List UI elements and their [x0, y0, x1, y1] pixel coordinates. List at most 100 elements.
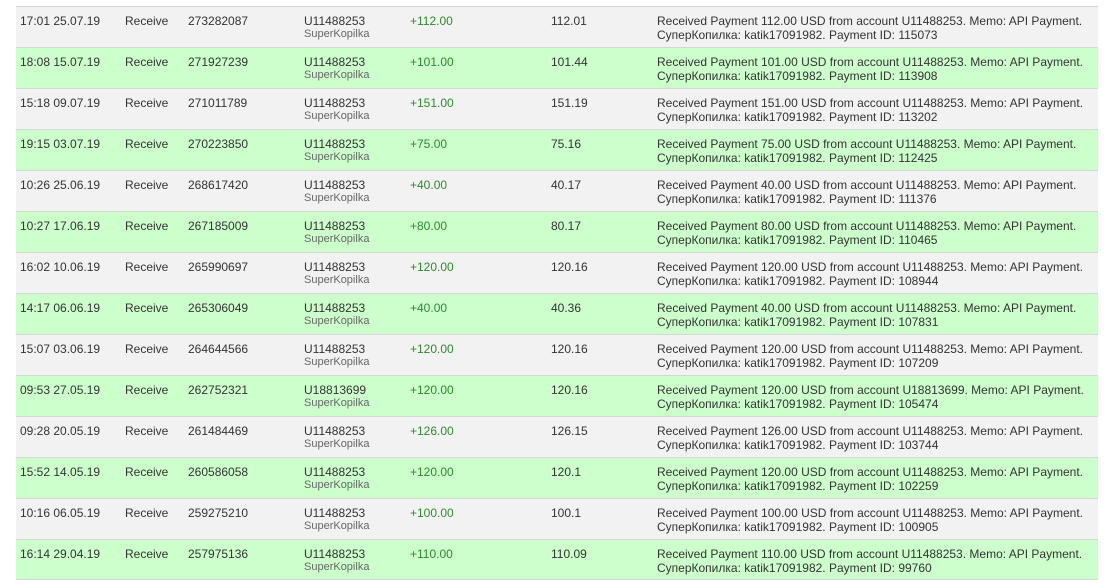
- transaction-time: 10:27 17.06.19: [20, 219, 101, 233]
- table-row: 09:53 27.05.19 Receive 262752321 U18813699 S…: [16, 375, 1098, 416]
- memo-line-1: Received Payment 151.00 USD from account…: [657, 96, 1083, 110]
- transaction-time-cell: 10:26 25.06.19: [20, 178, 100, 192]
- transaction-amount: +120.00: [410, 383, 454, 397]
- account-name: SuperKopilka: [304, 192, 370, 204]
- memo-line-1: Received Payment 80.00 USD from account …: [657, 219, 1077, 233]
- transaction-total: 75.16: [551, 137, 582, 151]
- transaction-amount-cell: +151.00: [410, 96, 454, 110]
- transaction-total: 100.1: [551, 506, 582, 520]
- transaction-amount-cell: +120.00: [410, 465, 454, 479]
- transaction-memo-cell: Received Payment 100.00 USD from account…: [657, 506, 1083, 534]
- account-id: U11488253: [304, 14, 366, 28]
- transaction-total-cell: 75.16: [551, 137, 581, 151]
- transaction-type-cell: Receive: [125, 342, 168, 356]
- transaction-time-cell: 14:17 06.06.19: [20, 301, 100, 315]
- batch-number-cell: 261484469: [188, 424, 248, 438]
- batch-number: 267185009: [188, 219, 249, 233]
- transaction-memo-cell: Received Payment 101.00 USD from account…: [657, 55, 1083, 83]
- account-name: SuperKopilka: [304, 520, 370, 532]
- transaction-total-cell: 110.09: [551, 547, 587, 561]
- batch-number: 260586058: [188, 465, 249, 479]
- transaction-time: 16:02 10.06.19: [20, 260, 101, 274]
- memo-line-2: СуперКопилка: katik17091982. Payment ID:…: [657, 315, 939, 329]
- account-id-cell: U11488253 SuperKopilka: [304, 465, 369, 492]
- batch-number: 270223850: [188, 137, 249, 151]
- transaction-amount-cell: +112.00: [410, 14, 453, 28]
- transaction-total-cell: 120.16: [551, 342, 588, 356]
- transaction-total: 110.09: [551, 547, 587, 561]
- transaction-amount-cell: +120.00: [410, 260, 454, 274]
- memo-line-1: Received Payment 126.00 USD from account…: [657, 424, 1083, 438]
- table-row: 15:52 14.05.19 Receive 260586058 U11488253 S…: [16, 457, 1098, 498]
- transaction-amount: +112.00: [410, 14, 453, 28]
- account-name: SuperKopilka: [304, 233, 370, 245]
- transaction-type-cell: Receive: [125, 301, 168, 315]
- transaction-time: 18:08 15.07.19: [20, 55, 101, 69]
- account-id: U18813699: [304, 383, 367, 397]
- transaction-type: Receive: [125, 465, 169, 479]
- transaction-total: 40.17: [551, 178, 582, 192]
- transaction-memo-cell: Received Payment 40.00 USD from account …: [657, 178, 1076, 206]
- memo-line-1: Received Payment 120.00 USD from account…: [657, 383, 1084, 397]
- transaction-time-cell: 17:01 25.07.19: [20, 14, 100, 28]
- account-name: SuperKopilka: [304, 479, 370, 491]
- transaction-type-cell: Receive: [125, 547, 168, 561]
- transaction-total: 151.19: [551, 96, 588, 110]
- batch-number: 271011789: [188, 96, 248, 110]
- account-name: SuperKopilka: [304, 438, 370, 450]
- transaction-type: Receive: [125, 260, 169, 274]
- transaction-total: 120.16: [551, 260, 588, 274]
- transaction-amount-cell: +110.00: [410, 547, 453, 561]
- transaction-total: 80.17: [551, 219, 582, 233]
- batch-number: 273282087: [188, 14, 249, 28]
- memo-line-2: СуперКопилка: katik17091982. Payment ID:…: [657, 274, 939, 288]
- batch-number-cell: 265306049: [188, 301, 248, 315]
- transaction-amount: +120.00: [410, 465, 454, 479]
- batch-number: 264644566: [188, 342, 249, 356]
- transaction-memo-cell: Received Payment 112.00 USD from account…: [657, 14, 1082, 42]
- transaction-total: 120.16: [551, 342, 588, 356]
- transaction-time-cell: 15:07 03.06.19: [20, 342, 100, 356]
- memo-line-2: СуперКопилка: katik17091982. Payment ID:…: [657, 151, 938, 165]
- transaction-memo-cell: Received Payment 110.00 USD from account…: [657, 547, 1082, 575]
- account-name: SuperKopilka: [304, 315, 370, 327]
- account-id-cell: U11488253 SuperKopilka: [304, 342, 369, 369]
- account-name: SuperKopilka: [304, 28, 370, 40]
- account-id-cell: U11488253 SuperKopilka: [304, 506, 369, 533]
- batch-number-cell: 259275210: [188, 506, 248, 520]
- table-row: 19:15 03.07.19 Receive 270223850 U11488253 S…: [16, 129, 1098, 170]
- transaction-time-cell: 19:15 03.07.19: [20, 137, 100, 151]
- account-name: SuperKopilka: [304, 274, 370, 286]
- account-name: SuperKopilka: [304, 69, 370, 81]
- account-id-cell: U11488253 SuperKopilka: [304, 137, 369, 164]
- batch-number-cell: 271011789: [188, 96, 247, 110]
- memo-line-2: СуперКопилка: katik17091982. Payment ID:…: [657, 397, 939, 411]
- transaction-type-cell: Receive: [125, 219, 168, 233]
- batch-number: 265990697: [188, 260, 249, 274]
- transaction-time-cell: 15:52 14.05.19: [20, 465, 100, 479]
- account-id-cell: U11488253 SuperKopilka: [304, 178, 369, 205]
- transaction-type: Receive: [125, 14, 169, 28]
- transaction-amount-cell: +40.00: [410, 301, 447, 315]
- memo-line-2: СуперКопилка: katik17091982. Payment ID:…: [657, 28, 938, 42]
- transaction-amount: +100.00: [410, 506, 454, 520]
- transaction-amount: +40.00: [410, 178, 448, 192]
- memo-line-2: СуперКопилка: katik17091982. Payment ID:…: [657, 192, 937, 206]
- transaction-type: Receive: [125, 342, 169, 356]
- account-id: U11488253: [304, 219, 366, 233]
- account-id-cell: U11488253 SuperKopilka: [304, 219, 369, 246]
- memo-line-1: Received Payment 120.00 USD from account…: [657, 342, 1083, 356]
- account-id-cell: U11488253 SuperKopilka: [304, 547, 369, 574]
- transaction-memo-cell: Received Payment 120.00 USD from account…: [657, 383, 1084, 411]
- transaction-amount: +110.00: [410, 547, 453, 561]
- transaction-total-cell: 100.1: [551, 506, 581, 520]
- transaction-amount-cell: +101.00: [410, 55, 454, 69]
- transaction-type-cell: Receive: [125, 178, 168, 192]
- account-id: U11488253: [304, 137, 366, 151]
- transaction-amount-cell: +75.00: [410, 137, 447, 151]
- transaction-time: 09:53 27.05.19: [20, 383, 101, 397]
- transaction-memo-cell: Received Payment 120.00 USD from account…: [657, 465, 1083, 493]
- transaction-type: Receive: [125, 137, 169, 151]
- transaction-time-cell: 09:53 27.05.19: [20, 383, 100, 397]
- batch-number: 265306049: [188, 301, 249, 315]
